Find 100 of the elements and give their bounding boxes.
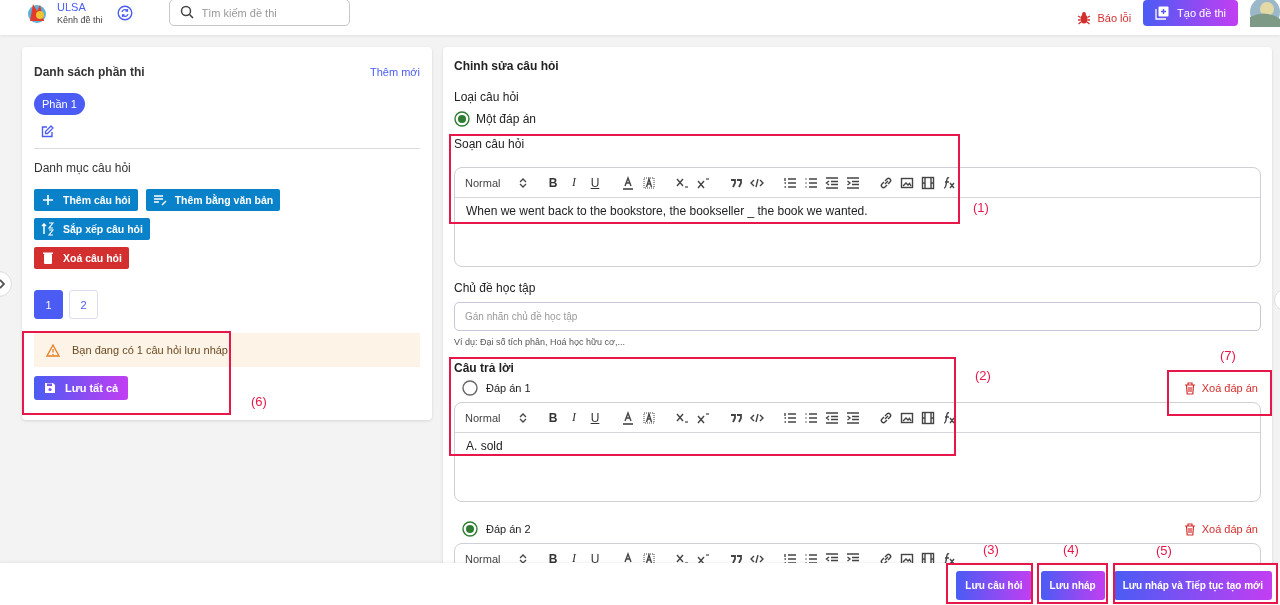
search-field[interactable]: Tìm kiếm đề thi bbox=[168, 0, 350, 26]
page-button[interactable]: 1 bbox=[34, 290, 63, 319]
italic-button[interactable]: I bbox=[567, 551, 581, 563]
numbered-list-icon[interactable] bbox=[783, 551, 797, 563]
bullet-list-icon[interactable] bbox=[804, 410, 818, 425]
footer-button[interactable]: Lưu câu hỏi bbox=[956, 570, 1032, 600]
field-label: Loại câu hỏi bbox=[454, 90, 519, 104]
formula-icon[interactable] bbox=[942, 551, 956, 563]
brand-name: ULSA bbox=[57, 0, 87, 13]
radio-button[interactable] bbox=[462, 380, 478, 396]
format-dropdown[interactable]: Normal bbox=[465, 176, 527, 189]
bold-button[interactable]: B bbox=[546, 551, 560, 563]
highlight-icon[interactable] bbox=[642, 410, 656, 425]
underline-button[interactable]: U bbox=[588, 551, 602, 563]
radio-button[interactable] bbox=[454, 111, 470, 127]
bug-icon bbox=[1077, 10, 1092, 25]
annotation-label: (2) bbox=[975, 368, 991, 383]
panel-title: Danh sách phần thi bbox=[34, 65, 145, 79]
footer-button[interactable]: Lưu nháp bbox=[1040, 570, 1105, 600]
italic-button[interactable]: I bbox=[567, 175, 581, 190]
format-dropdown[interactable]: Normal bbox=[465, 411, 527, 424]
film-icon[interactable] bbox=[921, 175, 935, 190]
formula-icon[interactable] bbox=[942, 410, 956, 425]
report-bug-link[interactable]: Báo lỗi bbox=[1077, 10, 1132, 25]
add-new-link[interactable]: Thêm mới bbox=[370, 66, 420, 78]
superscript-icon[interactable] bbox=[696, 410, 710, 425]
font-color-icon[interactable] bbox=[621, 175, 635, 190]
page-button[interactable]: 2 bbox=[69, 290, 98, 319]
highlight-icon[interactable] bbox=[642, 551, 656, 563]
brand-subtitle: Kênh đề thi bbox=[57, 14, 103, 25]
trash-icon bbox=[1183, 522, 1196, 536]
image-icon[interactable] bbox=[900, 175, 914, 190]
annotation-label: (3) bbox=[983, 542, 999, 557]
trash-icon bbox=[41, 251, 55, 265]
bullet-list-icon[interactable] bbox=[804, 551, 818, 563]
bold-button[interactable]: B bbox=[546, 175, 560, 190]
sync-icon[interactable] bbox=[116, 4, 133, 21]
outdent-icon[interactable] bbox=[825, 410, 839, 425]
rich-text-editor[interactable]: Normal B I U A. sold bbox=[454, 402, 1261, 502]
sort-arrows-icon bbox=[519, 177, 527, 188]
underline-button[interactable]: U bbox=[588, 175, 602, 190]
annotation-label: (7) bbox=[1220, 348, 1236, 363]
film-icon[interactable] bbox=[921, 551, 935, 563]
field-hint: Ví dụ: Đại số tích phân, Hoá học hữu cơ,... bbox=[454, 337, 627, 347]
numbered-list-icon[interactable] bbox=[783, 175, 797, 190]
save-all-button[interactable]: Lưu tất cả bbox=[34, 376, 129, 400]
annotation-label: (6) bbox=[251, 394, 267, 409]
indent-icon[interactable] bbox=[846, 410, 860, 425]
italic-button[interactable]: I bbox=[567, 410, 581, 425]
field-label: Chủ đề học tập bbox=[454, 281, 536, 295]
question-action-button[interactable]: Thêm câu hỏi bbox=[34, 189, 138, 211]
footer-button[interactable]: Lưu nháp và Tiếp tục tạo mới bbox=[1113, 570, 1272, 600]
edit-icon[interactable] bbox=[41, 125, 54, 138]
panel-title: Chinh sửa câu hỏi bbox=[454, 59, 560, 73]
question-action-button[interactable]: Thêm bằng văn bản bbox=[145, 189, 281, 211]
trash-icon bbox=[1183, 381, 1196, 395]
sort-arrows-icon bbox=[519, 412, 527, 423]
format-dropdown[interactable]: Normal bbox=[465, 552, 527, 563]
question-type-option[interactable]: Một đáp án bbox=[476, 112, 537, 126]
topic-field[interactable]: Gán nhãn chủ đề học tập bbox=[454, 302, 1261, 331]
link-icon[interactable] bbox=[879, 551, 893, 563]
bullet-list-icon[interactable] bbox=[804, 175, 818, 190]
outdent-icon[interactable] bbox=[825, 175, 839, 190]
underline-button[interactable]: U bbox=[588, 410, 602, 425]
numbered-list-icon[interactable] bbox=[783, 410, 797, 425]
delete-question-button[interactable]: Xoá câu hỏi bbox=[34, 247, 129, 269]
superscript-icon[interactable] bbox=[696, 551, 710, 563]
annotation-box bbox=[1037, 563, 1108, 604]
film-icon[interactable] bbox=[921, 410, 935, 425]
editor-text: A. sold bbox=[466, 439, 503, 453]
sort-arrows-icon bbox=[519, 553, 527, 563]
radio-button[interactable] bbox=[462, 521, 478, 537]
formula-icon[interactable] bbox=[942, 175, 956, 190]
highlight-icon[interactable] bbox=[642, 175, 656, 190]
sort-icon bbox=[41, 222, 55, 236]
field-label: Câu trả lời bbox=[454, 361, 514, 375]
alert-text: Bạn đang có 1 câu hỏi lưu nháp bbox=[72, 344, 228, 356]
answer-label: Đáp án 2 bbox=[486, 523, 531, 535]
delete-answer-link[interactable]: Xoá đáp án bbox=[1183, 381, 1258, 395]
answer-label: Đáp án 1 bbox=[486, 382, 531, 394]
section-heading: Danh mục câu hỏi bbox=[34, 161, 132, 175]
annotation-label: (1) bbox=[973, 200, 989, 215]
create-exam-button[interactable]: Tạo đề thi bbox=[1143, 0, 1238, 26]
link-icon[interactable] bbox=[879, 175, 893, 190]
image-icon[interactable] bbox=[900, 410, 914, 425]
delete-answer-link[interactable]: Xoá đáp án bbox=[1183, 522, 1258, 536]
question-action-button[interactable]: Sắp xếp câu hỏi bbox=[34, 218, 150, 240]
avatar[interactable] bbox=[1250, 0, 1280, 27]
font-color-icon[interactable] bbox=[621, 551, 635, 563]
chevron-right-icon bbox=[0, 279, 5, 289]
bold-button[interactable]: B bbox=[546, 410, 560, 425]
superscript-icon[interactable] bbox=[696, 175, 710, 190]
plus-icon bbox=[41, 193, 55, 207]
link-icon[interactable] bbox=[879, 410, 893, 425]
font-color-icon[interactable] bbox=[621, 410, 635, 425]
field-label: Soạn câu hỏi bbox=[454, 137, 525, 151]
annotation-label: (4) bbox=[1063, 542, 1079, 557]
part-tab[interactable]: Phần 1 bbox=[34, 93, 85, 115]
indent-icon[interactable] bbox=[846, 175, 860, 190]
warning-icon bbox=[46, 343, 60, 357]
